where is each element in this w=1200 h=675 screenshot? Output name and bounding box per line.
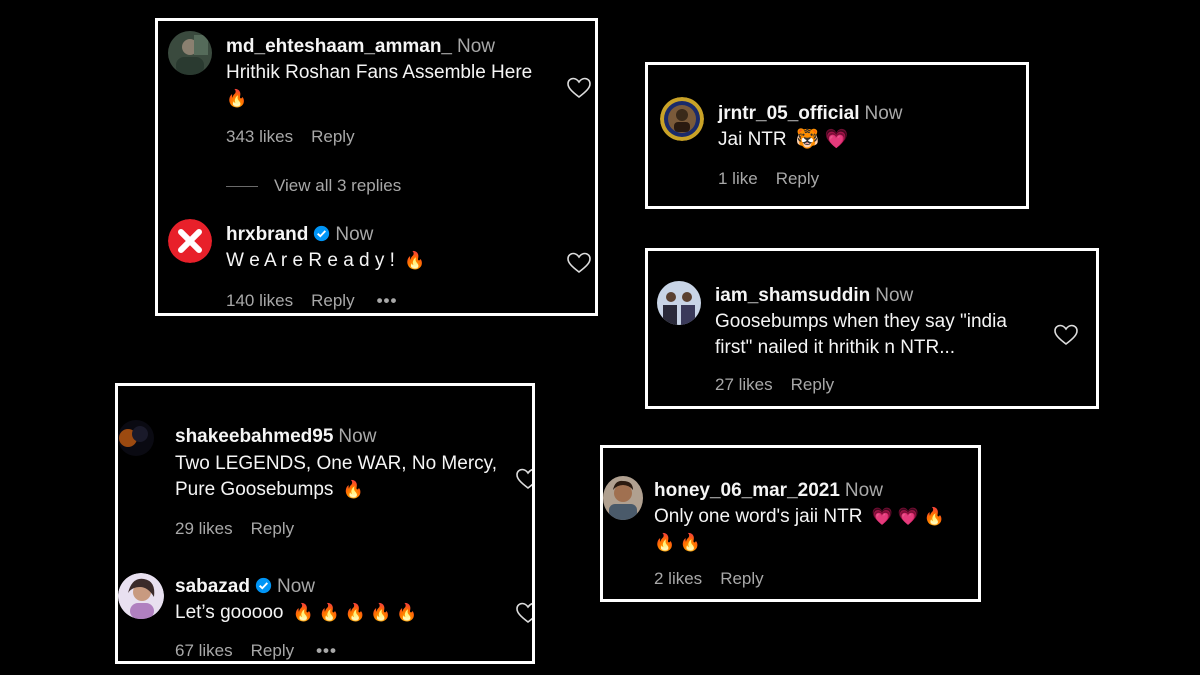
username[interactable]: honey_06_mar_2021 — [654, 480, 840, 501]
comment-card-5: honey_06_mar_2021 Now Only one word's jai… — [600, 445, 981, 602]
reply-button[interactable]: Reply — [251, 519, 294, 538]
likes-count[interactable]: 140 likes — [226, 291, 293, 310]
comment-text-line1: Goosebumps when they say "india — [715, 311, 1007, 332]
reply-button[interactable]: Reply — [720, 569, 763, 588]
fire-emoji-row: 🔥 🔥 — [654, 533, 702, 552]
username[interactable]: jrntr_05_official — [718, 103, 860, 124]
heart-fire-emoji: 💗 💗 🔥 — [871, 507, 945, 526]
fire-emoji: 🔥 — [226, 89, 248, 108]
view-replies-link[interactable]: View all 3 replies — [226, 176, 401, 196]
username[interactable]: sabazad — [175, 576, 250, 597]
comment-text: Jai NTR — [718, 129, 787, 150]
timestamp: Now — [844, 480, 883, 501]
avatar[interactable] — [603, 476, 643, 520]
reply-button[interactable]: Reply — [776, 169, 819, 188]
more-options-icon[interactable]: ••• — [316, 641, 337, 660]
timestamp: Now — [338, 426, 377, 447]
likes-count[interactable]: 27 likes — [715, 375, 773, 394]
timestamp: Now — [875, 285, 914, 306]
likes-count[interactable]: 67 likes — [175, 641, 233, 660]
avatar[interactable] — [118, 420, 154, 456]
comment-text-line1: Two LEGENDS, One WAR, No Mercy, — [175, 453, 498, 474]
comment-card-4: shakeebahmed95 Now Two LEGENDS, One WAR, … — [115, 383, 535, 664]
likes-count[interactable]: 2 likes — [654, 569, 702, 588]
comment-text: Hrithik Roshan Fans Assemble Here — [226, 62, 533, 83]
fire-emoji: 🔥 — [342, 480, 364, 499]
avatar[interactable] — [168, 31, 212, 75]
like-heart-icon[interactable] — [567, 77, 591, 99]
more-options-icon[interactable]: ••• — [377, 291, 398, 310]
like-heart-icon[interactable] — [567, 252, 591, 274]
avatar[interactable] — [118, 573, 164, 619]
comment-card-1: md_ehteshaam_amman_ Now Hrithik Roshan Fa… — [155, 18, 598, 316]
reply-button[interactable]: Reply — [311, 291, 354, 310]
verified-badge-icon — [255, 577, 272, 594]
like-heart-icon[interactable] — [1054, 324, 1078, 346]
reply-button[interactable]: Reply — [311, 127, 354, 146]
reply-button[interactable]: Reply — [791, 375, 834, 394]
fire-emoji-row: 🔥 🔥 🔥 🔥 🔥 — [292, 603, 418, 622]
username[interactable]: md_ehteshaam_amman_ — [226, 36, 452, 57]
avatar[interactable] — [660, 97, 704, 141]
timestamp: Now — [335, 224, 374, 245]
username[interactable]: iam_shamsuddin — [715, 285, 870, 306]
likes-count[interactable]: 343 likes — [226, 127, 293, 146]
username[interactable]: shakeebahmed95 — [175, 426, 333, 447]
comment-card-2: jrntr_05_official Now Jai NTR 🐯 💗 1 like R… — [645, 62, 1029, 209]
timestamp: Now — [276, 576, 315, 597]
avatar[interactable] — [168, 219, 212, 263]
username[interactable]: hrxbrand — [226, 224, 308, 245]
comment-text: W e A r e R e a d y ! — [226, 250, 395, 271]
timestamp: Now — [457, 36, 496, 57]
comment-text: Only one word's jaii NTR — [654, 506, 863, 527]
comment-text-line2: Pure Goosebumps — [175, 479, 334, 500]
comment-text: Let’s gooooo — [175, 602, 284, 623]
likes-count[interactable]: 1 like — [718, 169, 758, 188]
avatar[interactable] — [657, 281, 701, 325]
verified-badge-icon — [314, 225, 330, 242]
comment-text-line2: first" nailed it hrithik n NTR... — [715, 337, 956, 358]
reply-button[interactable]: Reply — [251, 641, 294, 660]
like-heart-icon[interactable] — [516, 468, 532, 490]
like-heart-icon[interactable] — [516, 602, 532, 624]
tiger-heart-emoji: 🐯 💗 — [795, 129, 849, 150]
divider — [226, 186, 258, 188]
fire-emoji: 🔥 — [404, 251, 426, 270]
comment-card-3: iam_shamsuddin Now Goosebumps when they s… — [645, 248, 1099, 409]
likes-count[interactable]: 29 likes — [175, 519, 233, 538]
timestamp: Now — [864, 103, 903, 124]
